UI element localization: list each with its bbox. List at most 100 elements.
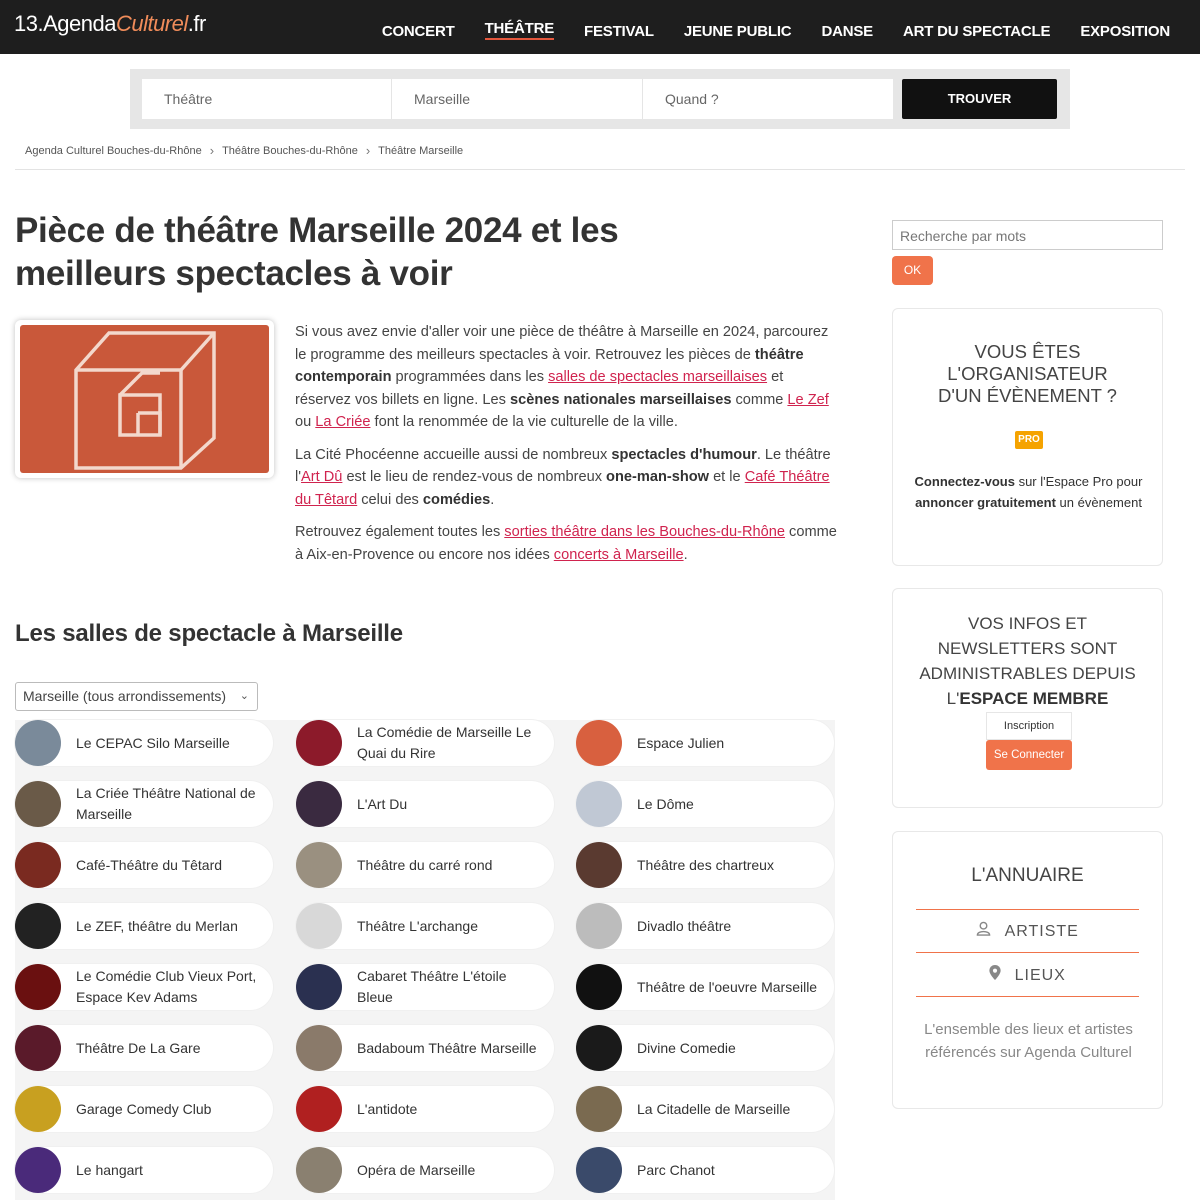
user-icon [976, 921, 996, 940]
venue-item[interactable]: L'antidote [296, 1086, 554, 1132]
nav-item[interactable]: EXPOSITION [1080, 0, 1170, 54]
venue-item[interactable]: Divine Comedie [576, 1025, 834, 1071]
venue-name: Théâtre De La Gare [76, 1039, 201, 1056]
intro-link[interactable]: La Criée [315, 414, 370, 430]
breadcrumb-item[interactable]: Théâtre Marseille [378, 145, 463, 157]
venue-avatar [296, 842, 342, 888]
date-field[interactable]: Quand ? [643, 79, 893, 119]
venue-item[interactable]: Le hangart [15, 1147, 273, 1193]
venue-avatar [576, 1147, 622, 1193]
venue-name: Divadlo théâtre [637, 917, 732, 934]
venue-item[interactable]: Théâtre De La Gare [15, 1025, 273, 1071]
venue-avatar [576, 781, 622, 827]
search-bar: Théâtre Marseille Quand ? TROUVER [130, 69, 1070, 129]
page-title: Pièce de théâtre Marseille 2024 et les m… [15, 211, 619, 293]
venue-name: Café-Théâtre du Têtard [76, 856, 223, 873]
venue-item[interactable]: Théâtre des chartreux [576, 842, 834, 888]
breadcrumb-item[interactable]: Agenda Culturel Bouches-du-Rhône [25, 145, 202, 157]
venue-item[interactable]: Théâtre du carré rond [296, 842, 554, 888]
venue-item[interactable]: Le Dôme [576, 781, 834, 827]
venue-name: Théâtre L'archange [357, 917, 478, 934]
venue-item[interactable]: Opéra de Marseille [296, 1147, 554, 1193]
intro-link[interactable]: Le Zef [787, 392, 828, 408]
site-logo[interactable]: 13.AgendaCulturel.fr [14, 11, 206, 37]
intro-text-segment: celui des [357, 491, 423, 508]
venue-avatar [15, 720, 61, 766]
intro-link[interactable]: sorties théâtre dans les Bouches-du-Rhôn… [504, 524, 785, 540]
venue-item[interactable]: Garage Comedy Club [15, 1086, 273, 1132]
venue-item[interactable]: Le Comédie Club Vieux Port, Espace Kev A… [15, 964, 273, 1010]
venue-item[interactable]: Théâtre de l'oeuvre Marseille [576, 964, 834, 1010]
venue-name: Garage Comedy Club [76, 1100, 212, 1117]
venue-name: L'Art Du [357, 795, 408, 812]
venue-item[interactable]: Le ZEF, théâtre du Merlan [15, 903, 273, 949]
venue-name: La Criée Théâtre National de Marseille [76, 785, 256, 822]
venue-item[interactable]: Cabaret Théâtre L'étoile Bleue [296, 964, 554, 1010]
venue-name: Théâtre des chartreux [637, 856, 774, 873]
organizer-title: VOUS ÊTES L'ORGANISATEUR D'UN ÉVÈNEMENT … [938, 341, 1117, 406]
directory-artist-link[interactable]: ARTISTE [916, 921, 1139, 941]
venue-item[interactable]: L'Art Du [296, 781, 554, 827]
venue-item[interactable]: Espace Julien [576, 720, 834, 766]
chevron-right-icon: › [209, 143, 215, 158]
search-button[interactable]: TROUVER [902, 79, 1057, 119]
keyword-search-input[interactable]: Recherche par mots [892, 220, 1163, 250]
venue-item[interactable]: La Citadelle de Marseille [576, 1086, 834, 1132]
venue-avatar [576, 903, 622, 949]
venue-item[interactable]: La Criée Théâtre National de Marseille [15, 781, 273, 827]
directory-description: L'ensemble des lieux et artistes référen… [924, 1021, 1133, 1061]
venue-item[interactable]: Le CEPAC Silo Marseille [15, 720, 273, 766]
intro-link[interactable]: concerts à Marseille [554, 547, 684, 563]
district-select[interactable]: Marseille (tous arrondissements) ⌄ [15, 682, 258, 711]
nav-item[interactable]: ART DU SPECTACLE [903, 0, 1051, 54]
venue-avatar [576, 1025, 622, 1071]
breadcrumb-item[interactable]: Théâtre Bouches-du-Rhône [222, 145, 358, 157]
intro-link[interactable]: salles de spectacles marseillaises [548, 369, 767, 385]
venue-name: Le hangart [76, 1161, 143, 1178]
login-link[interactable]: Connectez-vous [915, 474, 1015, 489]
venue-item[interactable]: La Comédie de Marseille Le Quai du Rire [296, 720, 554, 766]
intro-paragraph: La Cité Phocéenne accueille aussi de nom… [295, 444, 840, 512]
nav-item[interactable]: THÉÂTRE [484, 0, 555, 54]
nav-item[interactable]: FESTIVAL [584, 0, 654, 54]
venue-item[interactable]: Parc Chanot [576, 1147, 834, 1193]
directory-places-link[interactable]: LIEUX [916, 965, 1139, 985]
nav-item[interactable]: JEUNE PUBLIC [684, 0, 792, 54]
venue-name: Opéra de Marseille [357, 1161, 476, 1178]
pro-badge: PRO [1015, 431, 1043, 449]
theatre-cube-logo-icon [74, 331, 216, 470]
directory-card: L'ANNUAIRE ARTISTE LIEUX L'ensemble des … [892, 831, 1163, 1109]
intro-text: Si vous avez envie d'aller voir une pièc… [295, 321, 840, 576]
register-button[interactable]: Inscription [986, 712, 1072, 740]
venue-name: Le CEPAC Silo Marseille [76, 734, 230, 751]
intro-paragraph: Si vous avez envie d'aller voir une pièc… [295, 321, 840, 434]
venue-avatar [296, 903, 342, 949]
category-field[interactable]: Théâtre [142, 79, 392, 119]
divider [15, 169, 1185, 170]
intro-text-segment: La Cité Phocéenne accueille aussi de nom… [295, 446, 612, 463]
venue-item[interactable]: Divadlo théâtre [576, 903, 834, 949]
login-button[interactable]: Se Connecter [986, 740, 1072, 770]
top-navigation: 13.AgendaCulturel.fr CONCERT THÉÂTRE FESTI… [0, 0, 1200, 54]
directory-title: L'ANNUAIRE [971, 865, 1084, 886]
venue-name: Badaboum Théâtre Marseille [357, 1039, 537, 1056]
venue-name: Le ZEF, théâtre du Merlan [76, 917, 238, 934]
nav-item[interactable]: CONCERT [382, 0, 455, 54]
venue-avatar [15, 1025, 61, 1071]
city-field[interactable]: Marseille [392, 79, 643, 119]
venue-item[interactable]: Badaboum Théâtre Marseille [296, 1025, 554, 1071]
intro-link[interactable]: Art Dû [301, 469, 342, 485]
venue-item[interactable]: Café-Théâtre du Têtard [15, 842, 273, 888]
venue-avatar [576, 720, 622, 766]
venue-name: Divine Comedie [637, 1039, 736, 1056]
keyword-search-button[interactable]: OK [892, 256, 933, 285]
venue-item[interactable]: Théâtre L'archange [296, 903, 554, 949]
intro-bold: scènes nationales marseillaises [509, 391, 732, 408]
nav-item[interactable]: DANSE [821, 0, 873, 54]
venue-name: Espace Julien [637, 734, 725, 751]
venue-avatar [576, 842, 622, 888]
intro-text-segment: Retrouvez également toutes les [295, 524, 505, 540]
venue-avatar [15, 1086, 61, 1132]
venues-heading: Les salles de spectacle à Marseille [15, 620, 403, 647]
intro-bold: spectacles d'humour [611, 446, 757, 463]
